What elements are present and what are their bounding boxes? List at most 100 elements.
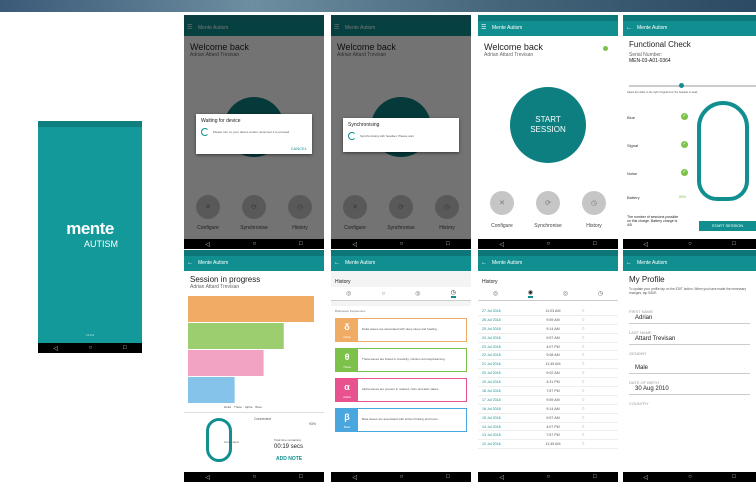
nav-home-icon[interactable]: ○ xyxy=(688,241,692,247)
nav-home-icon[interactable]: ○ xyxy=(89,345,93,351)
splash-screen: mente AUTISM v1.0.4 ◁ ○ □ xyxy=(38,121,142,353)
nav-recents-icon[interactable]: □ xyxy=(593,474,597,480)
first-name-field[interactable]: Adrian xyxy=(629,314,750,324)
tab-list-icon[interactable]: ◉ xyxy=(527,289,534,298)
history-date: 15 Jul 2018 xyxy=(482,415,501,420)
history-row[interactable]: 12 Jul 2018 11:49 AM ○ xyxy=(478,440,618,450)
delta-name: Delta xyxy=(343,335,351,339)
bar-delta xyxy=(188,296,314,322)
delta-symbol: δ xyxy=(344,322,350,332)
nav-home-icon[interactable]: ○ xyxy=(400,241,404,247)
history-button[interactable]: ◷ xyxy=(582,191,606,215)
nav-home-icon[interactable]: ○ xyxy=(253,474,257,480)
history-row[interactable]: 14 Jul 2018 4:07 PM ○ xyxy=(478,423,618,432)
history-row[interactable]: 26 Jul 2018 9:59 AM ○ xyxy=(478,316,618,325)
history-cards-screen: ← Mente Autism History ◎ ○ ◎ ◷ Brainwave … xyxy=(331,250,471,482)
history-row[interactable]: 24 Jul 2018 9:57 AM ○ xyxy=(478,334,618,343)
nav-back-icon[interactable]: ◁ xyxy=(499,474,504,481)
start-session-action[interactable]: START SESSION xyxy=(699,221,756,231)
nav-recents-icon[interactable]: □ xyxy=(446,241,450,247)
gender-field[interactable]: Male xyxy=(629,364,750,374)
page-title: Welcome back xyxy=(484,42,543,52)
history-row[interactable]: 25 Jul 2018 9:14 AM ○ xyxy=(478,325,618,334)
tab-info-icon[interactable]: ◷ xyxy=(450,289,456,298)
nav-home-icon[interactable]: ○ xyxy=(400,474,404,480)
history-time: 11:49 AM xyxy=(545,362,561,367)
synchronise-button[interactable]: ⟳ xyxy=(536,191,560,215)
history-row[interactable]: 21 Jul 2018 11:49 AM ○ xyxy=(478,360,618,370)
tab-list-icon[interactable]: ○ xyxy=(381,291,385,297)
tab-chart-icon[interactable]: ◎ xyxy=(415,290,420,297)
card-beta[interactable]: β Beta Beta waves are associated with acti… xyxy=(335,408,467,432)
session-screen: ← Mente Autism Session in progress Adrian… xyxy=(184,250,324,482)
history-date: 13 Jul 2018 xyxy=(482,433,501,438)
cancel-button[interactable]: CANCEL xyxy=(291,146,307,151)
history-row[interactable]: 23 Jul 2018 4:07 PM ○ xyxy=(478,343,618,352)
card-delta[interactable]: δ Delta Delta waves are associated with de… xyxy=(335,318,467,342)
nav-back-icon[interactable]: ◁ xyxy=(643,474,648,481)
nav-home-icon[interactable]: ○ xyxy=(253,241,257,247)
card-theta[interactable]: θ Theta Theta waves are linked to creativi… xyxy=(335,348,467,372)
history-row[interactable]: 13 Jul 2018 7:57 PM ○ xyxy=(478,431,618,441)
back-arrow-icon[interactable]: ← xyxy=(481,256,487,271)
last-name-field[interactable]: Attard Trevisan xyxy=(629,335,750,345)
nav-recents-icon[interactable]: □ xyxy=(732,241,736,247)
nav-back-icon[interactable]: ◁ xyxy=(643,241,648,248)
configure-button[interactable]: ✕ xyxy=(490,191,514,215)
app-bar: ← Mente Autism xyxy=(331,256,471,271)
history-row[interactable]: 17 Jul 2018 9:59 AM ○ xyxy=(478,396,618,405)
nav-recents-icon[interactable]: □ xyxy=(299,241,303,247)
chevron-icon: ○ xyxy=(581,316,585,323)
nav-back-icon[interactable]: ◁ xyxy=(352,241,357,248)
tab-info-icon[interactable]: ◷ xyxy=(598,290,603,297)
sync-dialog: Synchronising Synchronising with headset… xyxy=(343,118,459,152)
back-arrow-icon[interactable]: ← xyxy=(626,21,632,36)
legend-alpha: Alpha xyxy=(244,405,253,409)
header-photo-strip xyxy=(0,0,756,12)
tab-check-icon[interactable]: ◎ xyxy=(346,290,351,297)
brainwave-bar-chart xyxy=(188,296,314,403)
android-nav-bar: ◁ ○ □ xyxy=(331,239,471,249)
sensitivity-slider[interactable] xyxy=(629,83,756,88)
menu-icon[interactable]: ☰ xyxy=(481,21,486,36)
history-row[interactable]: 18 Jul 2018 7:57 PM ○ xyxy=(478,387,618,396)
history-row[interactable]: 22 Jul 2018 9:08 AM ○ xyxy=(478,351,618,361)
history-row[interactable]: 19 Jul 2018 4:31 PM ○ xyxy=(478,378,618,388)
add-note-button[interactable]: ADD NOTE xyxy=(276,456,302,462)
slider-thumb[interactable] xyxy=(679,83,684,88)
delta-text: Delta waves are associated with deep sle… xyxy=(362,327,438,331)
nav-recents-icon[interactable]: □ xyxy=(123,345,127,351)
tab-chart-icon[interactable]: ◎ xyxy=(563,290,568,297)
nav-home-icon[interactable]: ○ xyxy=(547,241,551,247)
start-session-button[interactable]: START SESSION xyxy=(510,87,586,163)
back-arrow-icon[interactable]: ← xyxy=(187,256,193,271)
nav-recents-icon[interactable]: □ xyxy=(299,474,303,480)
history-row[interactable]: 27 Jul 2018 11:03 AM ○ xyxy=(478,307,618,316)
beta-text: Beta waves are associated with active th… xyxy=(362,417,439,421)
nav-back-icon[interactable]: ◁ xyxy=(205,474,210,481)
app-logo: mente AUTISM xyxy=(38,219,142,249)
history-row[interactable]: 15 Jul 2018 9:57 AM ○ xyxy=(478,414,618,423)
nav-back-icon[interactable]: ◁ xyxy=(53,345,58,352)
history-row[interactable]: 20 Jul 2018 9:02 AM ○ xyxy=(478,369,618,379)
back-arrow-icon[interactable]: ← xyxy=(626,256,632,271)
nav-home-icon[interactable]: ○ xyxy=(547,474,551,480)
card-alpha[interactable]: α Alpha Alpha waves are present in relaxed… xyxy=(335,378,467,402)
nav-home-icon[interactable]: ○ xyxy=(688,474,692,480)
history-time: 4:07 PM xyxy=(546,424,560,429)
legend-delta: Delta xyxy=(224,405,232,409)
nav-back-icon[interactable]: ◁ xyxy=(352,474,357,481)
tab-check-icon[interactable]: ◎ xyxy=(493,290,498,297)
history-list: 27 Jul 2018 11:03 AM ○ 26 Jul 2018 9:59 AM ○ 2… xyxy=(478,307,618,450)
history-row[interactable]: 16 Jul 2018 9:14 AM ○ xyxy=(478,405,618,414)
history-tabs: ◎ ○ ◎ ◷ xyxy=(331,287,471,301)
nav-back-icon[interactable]: ◁ xyxy=(499,241,504,248)
nav-recents-icon[interactable]: □ xyxy=(732,474,736,480)
dob-field[interactable]: 30 Aug 2010 xyxy=(629,385,750,395)
nav-recents-icon[interactable]: □ xyxy=(593,241,597,247)
nav-back-icon[interactable]: ◁ xyxy=(205,241,210,248)
history-date: 19 Jul 2018 xyxy=(482,380,501,385)
chevron-icon: ○ xyxy=(581,325,585,332)
back-arrow-icon[interactable]: ← xyxy=(334,256,340,271)
nav-recents-icon[interactable]: □ xyxy=(446,474,450,480)
